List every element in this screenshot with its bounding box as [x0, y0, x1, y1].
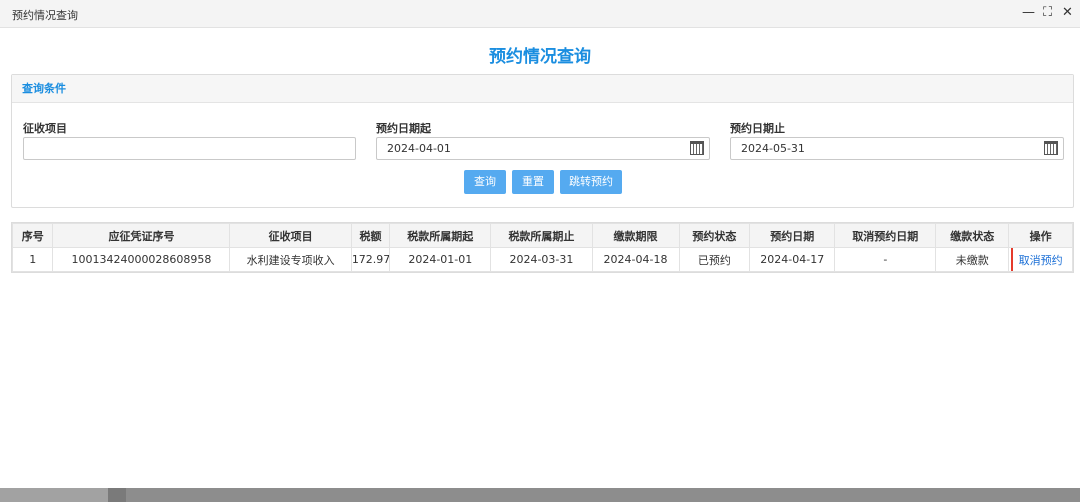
col-header-period-end: 税款所属期止 [490, 223, 593, 248]
cancel-reservation-link[interactable]: 取消预约 [1019, 254, 1063, 267]
date-from-label: 预约日期起 [376, 122, 431, 135]
date-to-value: 2024-05-31 [741, 142, 805, 155]
reset-button[interactable]: 重置 [512, 170, 554, 194]
cell-period-end: 2024-03-31 [490, 247, 593, 272]
date-from-value: 2024-04-01 [387, 142, 451, 155]
calendar-icon[interactable] [690, 141, 704, 155]
col-header-payment-status: 缴款状态 [935, 223, 1010, 248]
taskbar-segment [108, 488, 126, 502]
jump-reservation-button[interactable]: 跳转预约 [560, 170, 622, 194]
cell-index: 1 [11, 247, 54, 272]
table-row[interactable]: 1 10013424000028608958 水利建设专项收入 172.97 2… [11, 247, 1073, 272]
cell-reservation-status: 已预约 [678, 247, 751, 272]
minimize-icon[interactable]: — [1022, 5, 1035, 21]
project-field-label: 征收项目 [23, 122, 67, 135]
query-panel-header: 查询条件 [12, 75, 1073, 103]
bottom-taskbar [0, 488, 1080, 502]
col-header-reservation-date: 预约日期 [749, 223, 836, 248]
cell-tax-amount: 172.97 [350, 247, 391, 272]
date-from-input[interactable]: 2024-04-01 [376, 137, 710, 160]
col-header-cancel-date: 取消预约日期 [834, 223, 937, 248]
col-header-project: 征收项目 [229, 223, 352, 248]
date-to-label: 预约日期止 [730, 122, 785, 135]
col-header-action: 操作 [1008, 223, 1073, 248]
col-header-tax-amount: 税额 [350, 223, 391, 248]
col-header-reservation-status: 预约状态 [678, 223, 751, 248]
window-title: 预约情况查询 [12, 9, 78, 22]
query-panel: 查询条件 征收项目 预约日期起 2024-04-01 预约日期止 2024-05… [11, 74, 1074, 208]
maximize-icon[interactable]: ⛶ [1043, 5, 1052, 21]
taskbar-segment [0, 488, 108, 502]
col-header-voucher-no: 应征凭证序号 [52, 223, 231, 248]
cell-project: 水利建设专项收入 [229, 247, 352, 272]
col-header-index: 序号 [11, 223, 54, 248]
cell-payment-status: 未缴款 [935, 247, 1010, 272]
date-to-input[interactable]: 2024-05-31 [730, 137, 1064, 160]
project-input[interactable] [23, 137, 356, 160]
results-table: 序号 应征凭证序号 征收项目 税额 税款所属期起 税款所属期止 缴款期限 预约状… [11, 222, 1074, 273]
cell-period-start: 2024-01-01 [389, 247, 492, 272]
col-header-deadline: 缴款期限 [591, 223, 680, 248]
page-title: 预约情况查询 [489, 47, 591, 67]
search-button[interactable]: 查询 [464, 170, 506, 194]
table-header-row: 序号 应征凭证序号 征收项目 税额 税款所属期起 税款所属期止 缴款期限 预约状… [11, 223, 1073, 248]
cell-reservation-date: 2024-04-17 [749, 247, 836, 272]
close-icon[interactable]: ✕ [1062, 5, 1073, 21]
calendar-icon[interactable] [1044, 141, 1058, 155]
cell-action: 取消预约 [1008, 247, 1073, 272]
cell-cancel-date: - [834, 247, 937, 272]
cell-deadline: 2024-04-18 [591, 247, 680, 272]
window-titlebar: 预约情况查询 — ⛶ ✕ [0, 0, 1080, 28]
cell-voucher-no: 10013424000028608958 [52, 247, 231, 272]
col-header-period-start: 税款所属期起 [389, 223, 492, 248]
